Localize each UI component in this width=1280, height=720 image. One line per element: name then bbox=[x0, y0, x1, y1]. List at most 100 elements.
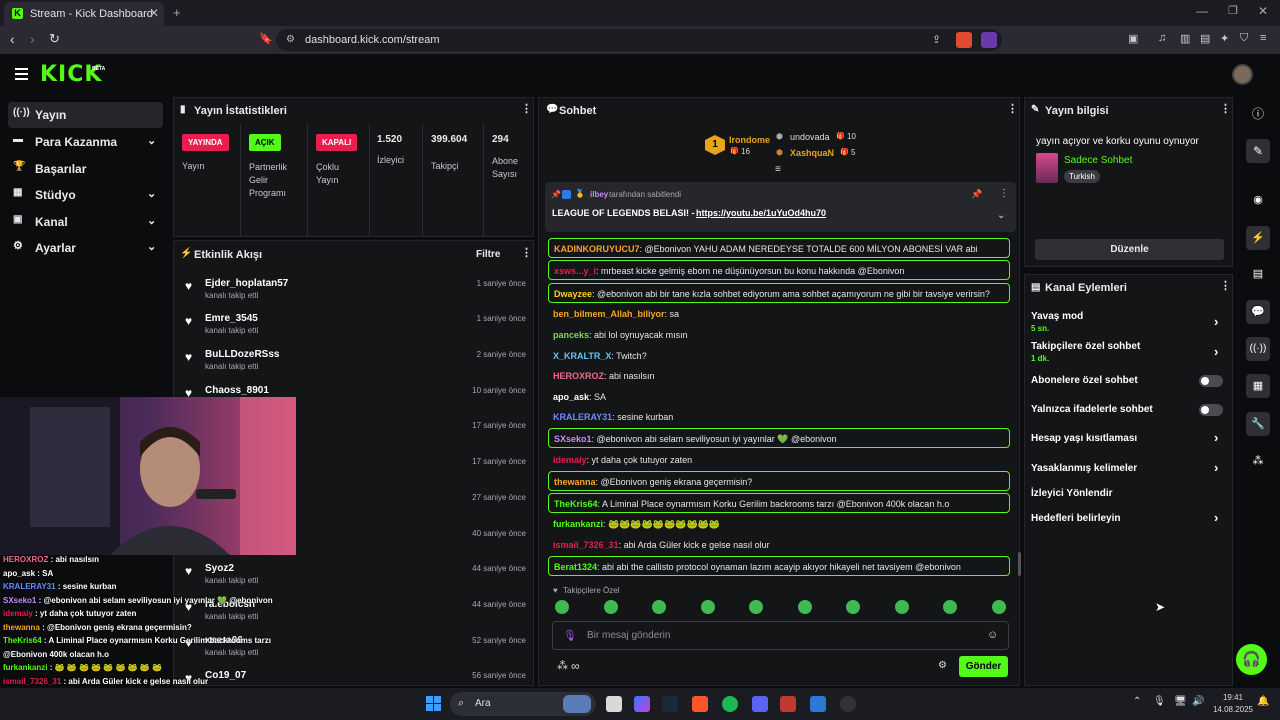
chat-settings-icon[interactable]: ⚙ bbox=[938, 660, 947, 671]
more-options-icon[interactable]: ⋮ bbox=[1007, 102, 1018, 115]
microphone-icon[interactable]: 🎙 bbox=[563, 629, 577, 642]
tab-close-icon[interactable]: ✕ bbox=[149, 6, 159, 20]
channel-action-item[interactable]: Yalnızca ifadelerle sohbet bbox=[1031, 404, 1226, 430]
channel-action-item[interactable]: Hedefleri belirleyin › bbox=[1031, 511, 1226, 539]
chat-username[interactable]: TheKris64 bbox=[554, 499, 598, 509]
chat-username[interactable]: KRALERAY31 bbox=[553, 412, 612, 422]
url-field[interactable]: ⚙ dashboard.kick.com/stream ⇪ bbox=[276, 29, 1002, 51]
send-button[interactable]: Gönder bbox=[959, 656, 1008, 677]
chat-username[interactable]: ben_bilmem_Allah_biliyor bbox=[553, 309, 665, 319]
activity-username[interactable]: BuLLDozeRSss bbox=[205, 349, 279, 360]
broadcast-icon[interactable]: ((·)) bbox=[1246, 337, 1270, 361]
lightning-icon[interactable]: ⚡ bbox=[1246, 226, 1270, 250]
chat-username[interactable]: X_KRALTR_X bbox=[553, 351, 611, 361]
activity-username[interactable]: Chaoss_8901 bbox=[205, 385, 269, 396]
edit-button[interactable]: Düzenle bbox=[1035, 239, 1224, 260]
sidebar-item-basarilar[interactable]: 🏆 Başarılar bbox=[8, 156, 163, 182]
sidebar-item-studyo[interactable]: ▦ Stüdyo ⌄ bbox=[8, 182, 163, 208]
maximize-icon[interactable]: ❐ bbox=[1228, 4, 1238, 17]
pinned-link[interactable]: https://youtu.be/1uYuOd4hu70 bbox=[696, 208, 826, 218]
vpn-icon[interactable]: ⛉ bbox=[1240, 32, 1248, 45]
minimize-icon[interactable]: — bbox=[1196, 4, 1208, 18]
chat-scrollbar[interactable] bbox=[1018, 552, 1021, 576]
screenshot-icon[interactable]: ▣ bbox=[1128, 32, 1138, 45]
chat-bubble-icon[interactable]: 💬 bbox=[1246, 300, 1270, 324]
clock-time[interactable]: 19:41 bbox=[1213, 693, 1253, 702]
copilot-icon[interactable] bbox=[634, 696, 650, 712]
notification-icon[interactable]: 🔔 bbox=[1257, 696, 1269, 707]
channel-action-item[interactable]: Yavaş mod 5 sn. › bbox=[1031, 311, 1226, 337]
sidebar-toggle-icon[interactable]: ▥ bbox=[1180, 32, 1190, 45]
emote-icon[interactable] bbox=[991, 600, 1006, 614]
microphone-icon[interactable]: 🎙 bbox=[1153, 696, 1166, 707]
chevron-down-icon[interactable]: ⌄ bbox=[997, 210, 1005, 221]
chat-username[interactable]: panceks bbox=[553, 330, 589, 340]
emote-icon[interactable] bbox=[797, 600, 812, 614]
more-options-icon[interactable]: ⋮ bbox=[521, 102, 532, 115]
toggle-switch[interactable] bbox=[1199, 404, 1223, 416]
chat-username[interactable]: SXseko1 bbox=[554, 434, 592, 444]
chat-username[interactable]: furkankanzi bbox=[553, 519, 603, 529]
emote-icon[interactable] bbox=[943, 600, 957, 614]
wallet-icon[interactable]: ▤ bbox=[1200, 32, 1210, 45]
more-options-icon[interactable]: ⋮ bbox=[521, 246, 532, 259]
obs-icon[interactable] bbox=[840, 696, 856, 712]
emote-icon[interactable] bbox=[846, 600, 860, 614]
pencil-icon[interactable]: ✎ bbox=[1246, 139, 1270, 163]
window-close-icon[interactable]: ✕ bbox=[1258, 4, 1268, 18]
sidebar-item-kanal[interactable]: ▣ Kanal ⌄ bbox=[8, 209, 163, 235]
new-tab-icon[interactable]: + bbox=[173, 5, 181, 20]
settings-app-icon[interactable] bbox=[810, 696, 826, 712]
channel-action-item[interactable]: Takipçilere özel sohbet 1 dk. › bbox=[1031, 341, 1226, 367]
clock-date[interactable]: 14.08.2025 bbox=[1210, 705, 1256, 714]
chat-input[interactable]: Bir mesaj gönderin bbox=[587, 630, 670, 641]
sidebar-item-ayarlar[interactable]: ⚙ Ayarlar ⌄ bbox=[8, 235, 163, 261]
info-icon[interactable]: ⓘ bbox=[1246, 102, 1270, 126]
infinity-icon[interactable]: ∞ bbox=[571, 659, 580, 673]
network-icon[interactable]: 🖥 bbox=[1174, 696, 1187, 707]
chat-username[interactable]: Dwayzee bbox=[554, 289, 592, 299]
emote-icon[interactable] bbox=[894, 600, 909, 614]
wrench-icon[interactable]: 🔧 bbox=[1246, 412, 1270, 436]
chat-username[interactable]: ismail_7326_31 bbox=[553, 540, 619, 550]
emote-icon[interactable] bbox=[555, 600, 569, 614]
spotify-icon[interactable] bbox=[722, 696, 738, 712]
leader-third-name[interactable]: XashquaN bbox=[790, 148, 834, 158]
forward-icon[interactable]: › bbox=[30, 31, 35, 47]
music-icon[interactable]: ♫ bbox=[1158, 32, 1166, 44]
back-icon[interactable]: ‹ bbox=[10, 31, 15, 47]
chat-username[interactable]: apo_ask bbox=[553, 392, 589, 402]
chat-username[interactable]: idemaiy bbox=[553, 455, 587, 465]
channel-action-item[interactable]: Yasaklanmış kelimeler › bbox=[1031, 461, 1226, 489]
emote-icon[interactable] bbox=[749, 600, 763, 614]
volume-icon[interactable]: 🔊 bbox=[1192, 696, 1204, 707]
share-icon[interactable]: ⇪ bbox=[932, 33, 941, 46]
emoji-icon[interactable]: ☺ bbox=[987, 629, 998, 641]
tag-badge[interactable]: Turkish bbox=[1064, 170, 1100, 183]
avatar[interactable] bbox=[1232, 64, 1253, 85]
emote-icon[interactable] bbox=[700, 600, 715, 614]
leader-first-name[interactable]: Irondome bbox=[729, 135, 770, 145]
discord-icon[interactable] bbox=[752, 696, 768, 712]
emote-icon[interactable] bbox=[603, 600, 618, 614]
category-thumbnail[interactable] bbox=[1036, 153, 1058, 183]
activity-username[interactable]: Ejder_hoplatan57 bbox=[205, 278, 288, 289]
hamburger-icon[interactable] bbox=[15, 68, 28, 80]
windows-start-icon[interactable] bbox=[426, 696, 441, 711]
leader-second-name[interactable]: undovada bbox=[790, 132, 830, 142]
rewards-icon[interactable] bbox=[981, 32, 997, 48]
channel-action-item[interactable]: İzleyici Yönlendir bbox=[1031, 488, 1226, 514]
reload-icon[interactable]: ↻ bbox=[49, 31, 60, 47]
more-options-icon[interactable]: ⋮ bbox=[1220, 102, 1231, 115]
chat-username[interactable]: Berat1324 bbox=[554, 562, 597, 572]
filter-button[interactable]: Filtre bbox=[476, 249, 500, 260]
tray-chevron-icon[interactable]: ⌃ bbox=[1133, 696, 1141, 707]
camera-icon[interactable]: ◉ bbox=[1246, 188, 1270, 212]
channel-action-item[interactable]: Abonelere özel sohbet bbox=[1031, 375, 1226, 401]
toggle-switch[interactable] bbox=[1199, 375, 1223, 387]
bookmark-icon[interactable]: 🔖 bbox=[259, 32, 273, 45]
browser-tab[interactable]: K Stream - Kick Dashboard ✕ bbox=[4, 2, 164, 26]
activity-username[interactable]: Emre_3545 bbox=[205, 313, 258, 324]
chat-username[interactable]: KADINKORUYUCU7 bbox=[554, 244, 640, 254]
brave-shield-icon[interactable] bbox=[956, 32, 972, 48]
